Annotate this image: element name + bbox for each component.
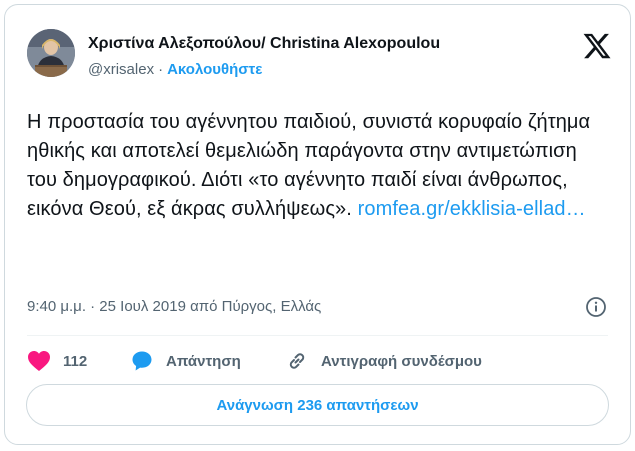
link-chain-icon — [289, 353, 305, 369]
read-replies-button[interactable]: Ανάγνωση 236 απαντήσεων — [26, 384, 609, 426]
tweet-body: Η προστασία του αγέννητου παιδιού, συνισ… — [27, 108, 607, 224]
like-button[interactable]: 112 — [27, 349, 87, 373]
author-handle-row: @xrisalex · Ακολουθήστε — [88, 61, 262, 78]
x-logo-icon[interactable] — [582, 31, 612, 61]
reply-button[interactable]: Απάντηση — [130, 349, 241, 373]
author-avatar[interactable] — [27, 29, 75, 77]
person-at-podium-avatar-icon — [27, 29, 75, 77]
copy-link-button[interactable]: Αντιγραφή συνδέσμου — [285, 349, 482, 373]
heart-icon — [28, 351, 50, 371]
tweet-link[interactable]: romfea.gr/ekklisia-ellad… — [358, 198, 586, 220]
follow-link[interactable]: Ακολουθήστε — [167, 61, 262, 78]
author-display-name[interactable]: Χριστίνα Αλεξοπούλου/ Christina Alexopou… — [88, 35, 440, 53]
tweet-card: Χριστίνα Αλεξοπούλου/ Christina Alexopou… — [4, 4, 631, 445]
divider — [27, 335, 608, 336]
author-handle[interactable]: @xrisalex — [88, 61, 154, 78]
tweet-header: Χριστίνα Αλεξοπούλου/ Christina Alexopou… — [27, 29, 612, 89]
reply-bubble-icon — [132, 351, 152, 371]
copy-link-label: Αντιγραφή συνδέσμου — [321, 352, 482, 370]
tweet-actions: 112 Απάντηση Αντιγραφή συνδέσμου — [27, 349, 612, 373]
like-count: 112 — [63, 352, 88, 370]
reply-label: Απάντηση — [166, 352, 241, 370]
handle-separator: · — [158, 61, 164, 78]
info-icon[interactable] — [585, 296, 607, 318]
tweet-timestamp[interactable]: 9:40 μ.μ. · 25 Ιουλ 2019 από Πύργος, Ελλ… — [27, 298, 321, 315]
